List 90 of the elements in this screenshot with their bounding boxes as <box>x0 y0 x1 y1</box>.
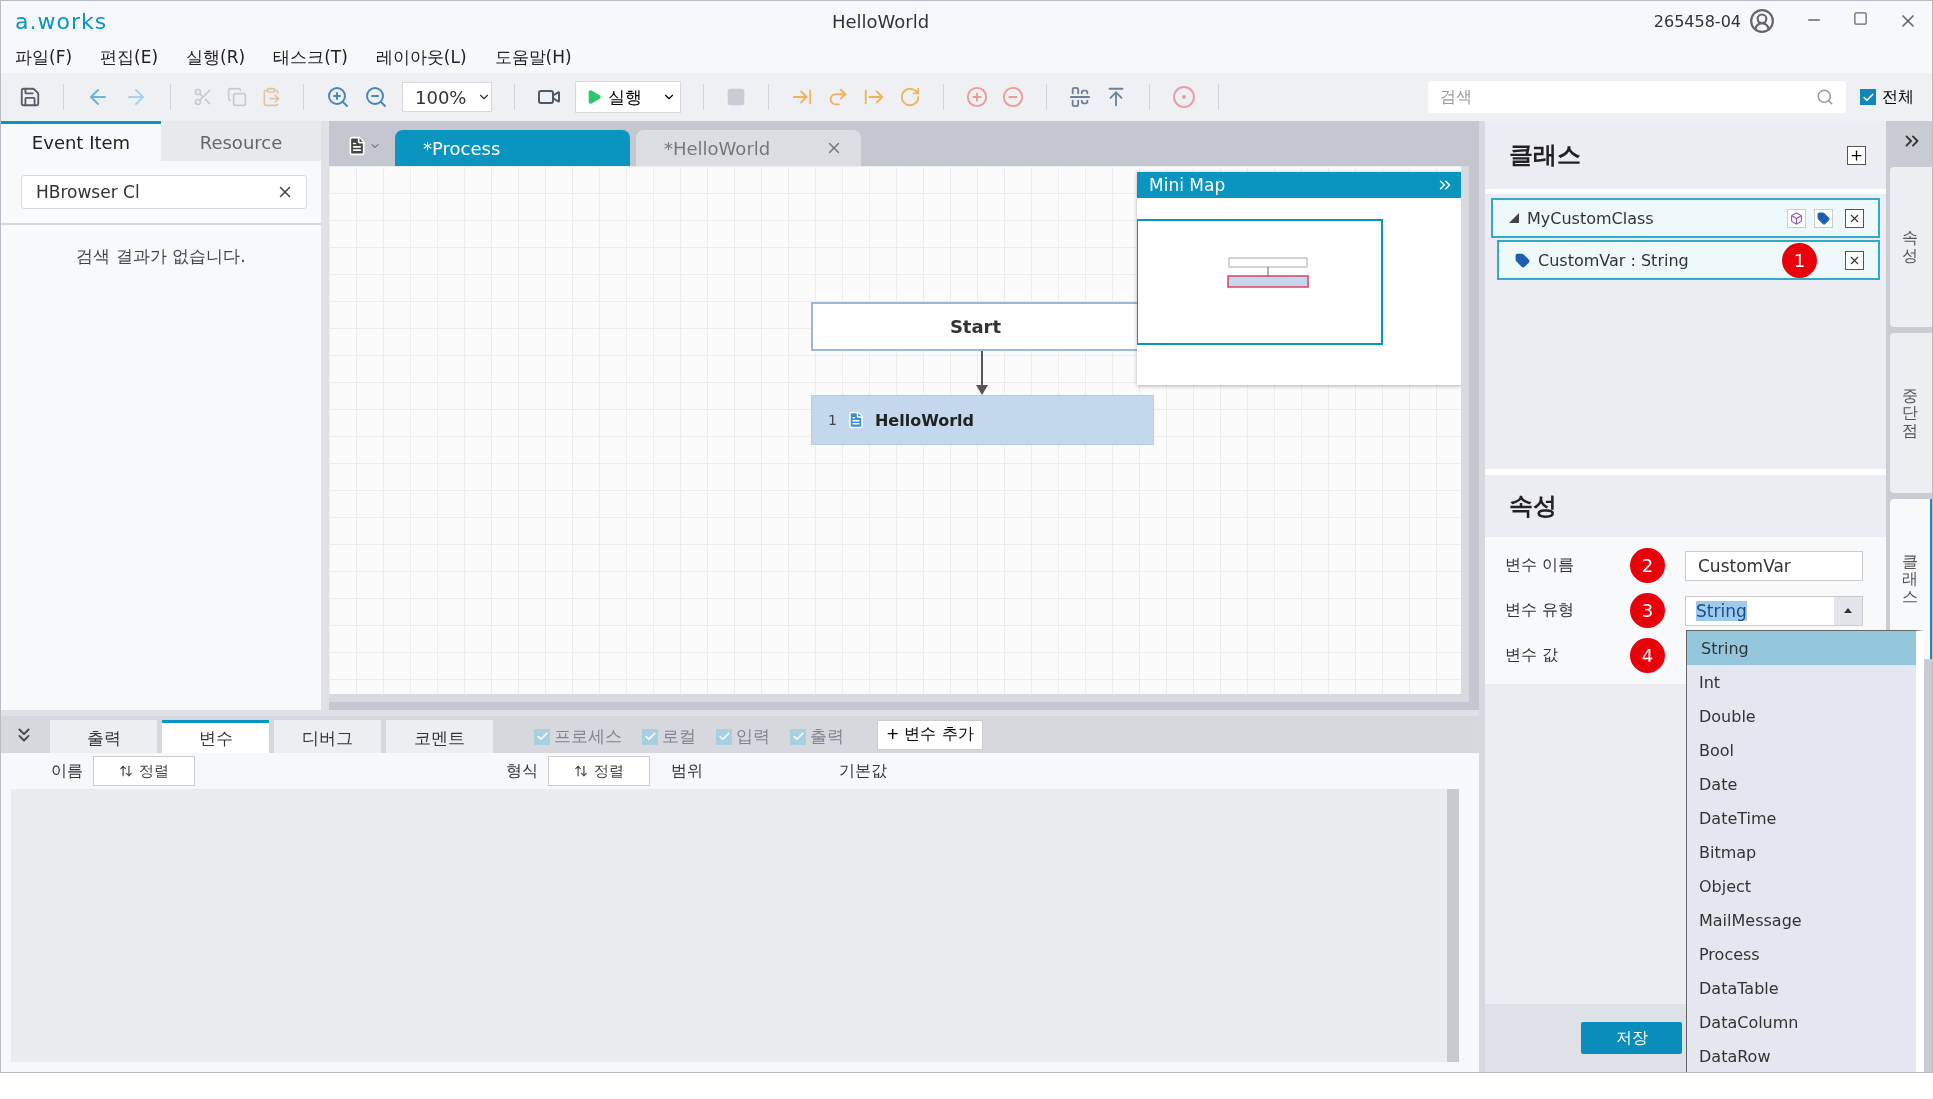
remove-breakpoint-icon[interactable] <box>1002 86 1024 108</box>
record-icon[interactable] <box>1172 85 1196 109</box>
close-icon[interactable] <box>1845 250 1864 270</box>
dropdown-option[interactable]: String <box>1687 631 1916 665</box>
checkbox-label: 프로세스 <box>554 725 622 748</box>
search-field[interactable]: HBrowser Cl <box>21 175 307 209</box>
tree-item[interactable]: MyCustomClass <box>1491 198 1880 238</box>
dropdown-option[interactable]: Date <box>1687 767 1916 801</box>
expanded-triangle-icon[interactable] <box>1509 213 1519 223</box>
dropdown-option[interactable]: DataTable <box>1687 971 1916 1005</box>
menu-item[interactable]: 도움말(H) <box>494 45 572 69</box>
field-label: 변수 이름 <box>1505 555 1576 576</box>
document-icon <box>846 411 865 429</box>
user-id: 265458-04 <box>1653 11 1741 31</box>
sort-button[interactable]: 정렬 <box>93 756 195 786</box>
dropdown-option[interactable]: Object <box>1687 869 1916 903</box>
checkbox-label: 출력 <box>810 725 844 748</box>
dropdown-option[interactable]: Int <box>1687 665 1916 699</box>
dropdown-option[interactable]: DateTime <box>1687 801 1916 835</box>
zoom-select[interactable]: 100% <box>402 82 492 112</box>
maximize-icon[interactable] <box>1853 11 1868 26</box>
play-icon <box>586 89 602 105</box>
menu-item[interactable]: 태스크(T) <box>273 45 348 69</box>
activity-label: HelloWorld <box>874 410 975 430</box>
align-center-icon[interactable] <box>1069 86 1091 108</box>
menu-item[interactable]: 편집(E) <box>100 45 159 69</box>
dropdown-option[interactable]: DataRow <box>1687 1039 1916 1072</box>
menu-item[interactable]: 실행(R) <box>186 45 246 69</box>
all-checkbox[interactable] <box>1860 89 1876 105</box>
dropdown-option[interactable]: Bool <box>1687 733 1916 767</box>
field-label: 변수 값 <box>1505 645 1560 666</box>
empty-message: 검색 결과가 없습니다. <box>76 246 246 266</box>
step-badge: 1 <box>1782 242 1817 278</box>
start-node[interactable]: Start <box>811 302 1140 351</box>
menu-item[interactable]: 파일(F) <box>15 45 73 69</box>
zoom-out-icon[interactable] <box>364 85 388 109</box>
checkbox-label: 전체 <box>1882 86 1914 108</box>
sort-icon <box>119 764 133 778</box>
side-tab[interactable]: 속성 <box>1890 167 1932 327</box>
tree-item[interactable]: CustomVar : String 1 <box>1497 240 1880 280</box>
step-number: 1 <box>828 412 837 428</box>
panel-title: 클래스 <box>1509 140 1581 171</box>
panel-title: 속성 <box>1509 491 1557 522</box>
window-title: HelloWorld <box>830 10 931 32</box>
sort-button[interactable]: 정렬 <box>548 756 650 786</box>
zoom-in-icon[interactable] <box>326 85 350 109</box>
panel-tab[interactable]: 출력 <box>50 720 157 753</box>
save-button[interactable]: 저장 <box>1581 1022 1682 1054</box>
field-label: 변수 유형 <box>1505 600 1576 621</box>
user-avatar-icon[interactable] <box>1749 8 1775 34</box>
search-icon[interactable] <box>1816 88 1834 106</box>
restart-icon[interactable] <box>899 86 921 108</box>
activity-node[interactable]: 1 HelloWorld <box>811 395 1154 445</box>
close-icon[interactable] <box>1845 208 1864 228</box>
menu-item[interactable]: 레이아웃(L) <box>375 45 467 69</box>
panel-tab[interactable]: 코멘트 <box>386 720 493 753</box>
sort-icon <box>574 764 588 778</box>
panel-tab[interactable]: 변수 <box>162 720 269 753</box>
type-select[interactable]: String <box>1685 595 1863 626</box>
name-field[interactable]: CustomVar <box>1685 550 1863 581</box>
search-field[interactable]: 검색 <box>1428 81 1846 113</box>
caret-icon[interactable] <box>1844 608 1852 613</box>
dropdown-option[interactable]: Bitmap <box>1687 835 1916 869</box>
cube-icon[interactable] <box>1787 208 1806 228</box>
dropdown-option[interactable]: Process <box>1687 937 1916 971</box>
connector-arrow <box>975 351 989 395</box>
column-header: 이름 <box>51 760 83 782</box>
panel-tab[interactable]: 디버그 <box>274 720 381 753</box>
step-badge: 2 <box>1630 548 1665 583</box>
mini-map-title: Mini Map <box>1149 175 1226 195</box>
tag-icon <box>1515 252 1530 268</box>
step-badge: 3 <box>1630 593 1665 628</box>
checkbox-label: 입력 <box>736 725 770 748</box>
add-breakpoint-icon[interactable] <box>966 86 988 108</box>
dropdown-option[interactable]: MailMessage <box>1687 903 1916 937</box>
column-header: 기본값 <box>839 760 887 782</box>
add-icon[interactable] <box>1847 145 1866 165</box>
column-header: 범위 <box>671 760 703 782</box>
add-variable-button[interactable]: + 변수 추가 <box>877 719 983 750</box>
save-icon[interactable] <box>19 86 41 108</box>
dropdown-option[interactable]: Double <box>1687 699 1916 733</box>
checkbox-label: 로컬 <box>662 725 696 748</box>
app-logo: a.works <box>15 8 108 34</box>
run-button[interactable]: 실행 <box>575 81 681 113</box>
step-badge: 4 <box>1630 638 1665 673</box>
column-header: 형식 <box>506 760 538 782</box>
tag-icon[interactable] <box>1814 208 1833 228</box>
dropdown-option[interactable]: DataColumn <box>1687 1005 1916 1039</box>
side-tab[interactable]: 중단점 <box>1890 333 1932 493</box>
panel-tab[interactable]: Resource <box>161 121 321 161</box>
